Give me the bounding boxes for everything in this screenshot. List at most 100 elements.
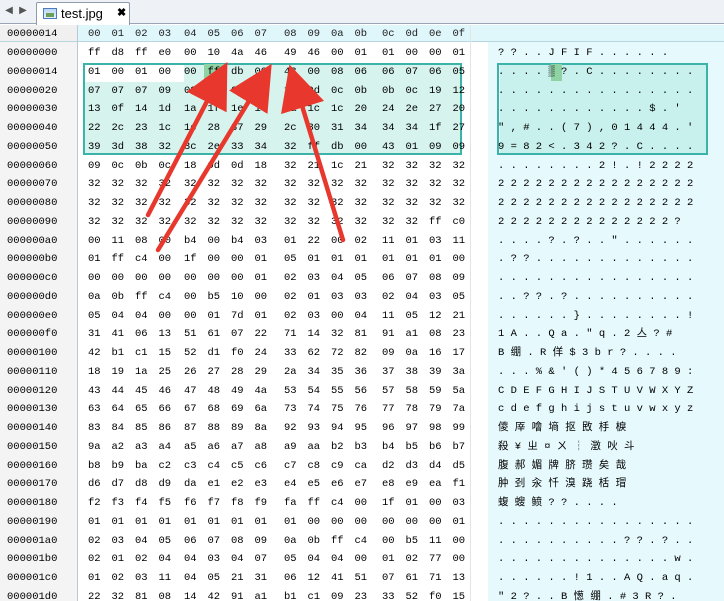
hex-byte[interactable]: 21 — [308, 160, 321, 172]
column-header-label[interactable]: 07 — [255, 28, 268, 40]
column-header-label[interactable]: 0b — [355, 28, 368, 40]
hex-byte[interactable]: 0a — [231, 85, 244, 97]
hex-byte[interactable]: 0c — [255, 85, 268, 97]
hex-byte[interactable]: 27 — [453, 122, 466, 134]
hex-byte[interactable]: 85 — [135, 422, 148, 434]
hex-byte[interactable]: 19 — [112, 366, 125, 378]
hex-byte[interactable]: 34 — [308, 366, 321, 378]
hex-byte[interactable]: 01 — [255, 516, 268, 528]
hex-byte[interactable]: 13 — [453, 572, 466, 584]
hex-byte[interactable]: 0b — [308, 535, 321, 547]
hex-byte[interactable]: 29 — [255, 366, 268, 378]
column-header-label[interactable]: 0c — [382, 28, 395, 40]
hex-byte[interactable]: ff — [308, 141, 321, 153]
hex-byte[interactable]: 1f — [429, 122, 442, 134]
hex-byte[interactable]: 08 — [429, 328, 442, 340]
hex-byte[interactable]: 01 — [406, 235, 419, 247]
hex-byte[interactable]: 73 — [284, 403, 297, 415]
hex-byte[interactable]: 00 — [159, 272, 172, 284]
hex-byte[interactable]: 07 — [406, 66, 419, 78]
hex-byte[interactable]: 04 — [135, 310, 148, 322]
hex-byte[interactable]: 37 — [382, 366, 395, 378]
hex-byte[interactable]: 01 — [88, 66, 101, 78]
hex-byte[interactable]: 32 — [308, 178, 321, 190]
hex-byte[interactable]: b4 — [231, 235, 244, 247]
hex-byte[interactable]: 39 — [429, 366, 442, 378]
hex-byte[interactable]: 04 — [331, 553, 344, 565]
hex-byte[interactable]: 00 — [331, 235, 344, 247]
column-header-label[interactable]: 01 — [112, 28, 125, 40]
hex-byte[interactable]: 03 — [453, 497, 466, 509]
hex-byte[interactable]: 05 — [406, 310, 419, 322]
hex-byte[interactable]: 32 — [284, 141, 297, 153]
hex-byte[interactable]: 6a — [255, 403, 268, 415]
hex-byte[interactable]: 04 — [308, 553, 321, 565]
hex-byte[interactable]: 19 — [429, 85, 442, 97]
hex-byte[interactable]: 00 — [406, 516, 419, 528]
hex-byte[interactable]: 01 — [255, 310, 268, 322]
hex-byte[interactable]: 11 — [382, 310, 395, 322]
hex-byte[interactable]: 57 — [382, 385, 395, 397]
ascii-row[interactable]: " , # . . ( 7 ) , 0 1 4 4 4 . ' — [498, 122, 693, 134]
hex-byte[interactable]: 32 — [88, 216, 101, 228]
hex-byte[interactable]: ff — [308, 497, 321, 509]
hex-byte[interactable]: 04 — [135, 535, 148, 547]
hex-byte[interactable]: 32 — [382, 197, 395, 209]
hex-byte[interactable]: d9 — [159, 478, 172, 490]
hex-byte[interactable]: 01 — [184, 516, 197, 528]
ascii-row[interactable]: C D E F G H I J S T U V W X Y Z — [498, 385, 693, 397]
hex-byte[interactable]: c4 — [355, 535, 368, 547]
hex-byte[interactable]: 00 — [184, 310, 197, 322]
hex-byte[interactable]: 04 — [159, 553, 172, 565]
hex-byte[interactable]: db — [231, 66, 244, 78]
hex-byte[interactable]: 00 — [159, 310, 172, 322]
column-header-label[interactable]: 02 — [135, 28, 148, 40]
hex-byte[interactable]: 34 — [406, 122, 419, 134]
hex-byte[interactable]: 00 — [231, 272, 244, 284]
hex-byte[interactable]: 37 — [231, 122, 244, 134]
hex-byte[interactable]: f2 — [88, 497, 101, 509]
hex-byte[interactable]: e6 — [331, 478, 344, 490]
ascii-row[interactable]: 1 A . . Q a . " q . 2 亼 ? # — [498, 328, 672, 340]
hex-byte[interactable]: 89 — [231, 422, 244, 434]
hex-byte[interactable]: 32 — [453, 197, 466, 209]
hex-byte[interactable]: 01 — [88, 572, 101, 584]
ascii-row[interactable]: . . . . . . . . . . ? ? . ? . . — [498, 535, 693, 547]
hex-byte[interactable]: 38 — [135, 141, 148, 153]
hex-byte[interactable]: a1 — [255, 591, 268, 601]
hex-byte[interactable]: 05 — [453, 66, 466, 78]
hex-byte[interactable]: 41 — [112, 328, 125, 340]
hex-byte[interactable]: a2 — [112, 441, 125, 453]
ascii-row[interactable]: 2 2 2 2 2 2 2 2 2 2 2 2 2 2 ? — [498, 216, 687, 228]
hex-byte[interactable]: 32 — [331, 328, 344, 340]
hex-byte[interactable]: f1 — [453, 478, 466, 490]
hex-byte[interactable]: 27 — [429, 103, 442, 115]
hex-byte[interactable]: 23 — [355, 591, 368, 601]
hex-byte[interactable]: 32 — [406, 197, 419, 209]
hex-byte[interactable]: 01 — [231, 516, 244, 528]
hex-byte[interactable]: 0b — [355, 85, 368, 97]
hex-byte[interactable]: 33 — [231, 141, 244, 153]
hex-byte[interactable]: 95 — [355, 422, 368, 434]
hex-byte[interactable]: c6 — [255, 460, 268, 472]
hex-byte[interactable]: f5 — [159, 497, 172, 509]
hex-byte[interactable]: 14 — [184, 591, 197, 601]
hex-byte[interactable]: d4 — [429, 460, 442, 472]
hex-byte[interactable]: da — [184, 478, 197, 490]
hex-byte[interactable]: 06 — [429, 66, 442, 78]
hex-byte[interactable]: 01 — [88, 253, 101, 265]
hex-byte[interactable]: 32 — [159, 178, 172, 190]
hex-byte[interactable]: 28 — [231, 366, 244, 378]
hex-byte[interactable]: 61 — [208, 328, 221, 340]
hex-byte[interactable]: 02 — [284, 291, 297, 303]
hex-byte[interactable]: 00 — [135, 272, 148, 284]
hex-byte[interactable]: 22 — [88, 591, 101, 601]
hex-byte[interactable]: 27 — [208, 366, 221, 378]
hex-byte[interactable]: 08 — [231, 535, 244, 547]
hex-byte[interactable]: 07 — [88, 85, 101, 97]
hex-byte[interactable]: 06 — [382, 272, 395, 284]
hex-byte[interactable]: 02 — [88, 553, 101, 565]
hex-byte[interactable]: 49 — [231, 385, 244, 397]
hex-byte[interactable]: 00 — [355, 141, 368, 153]
hex-byte[interactable]: ff — [135, 47, 148, 59]
